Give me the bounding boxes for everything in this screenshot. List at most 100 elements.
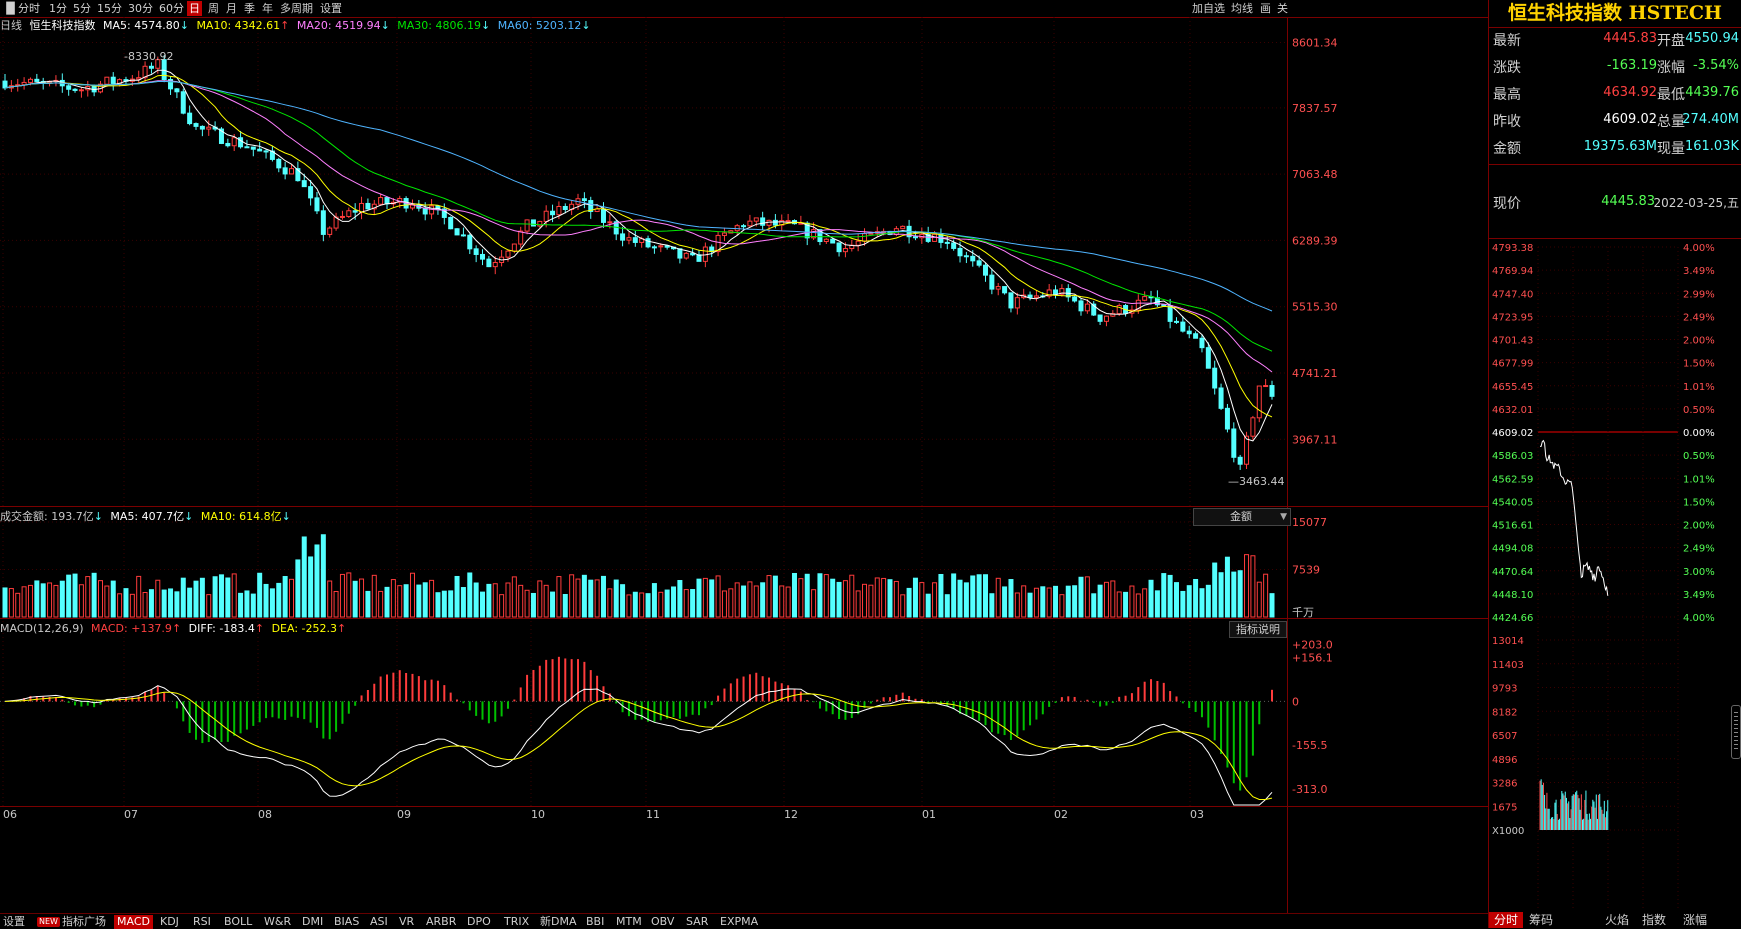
volume-bar	[855, 590, 861, 618]
volume-bar	[499, 594, 505, 618]
tab-change[interactable]: 涨幅	[1677, 912, 1713, 928]
volume-bar	[721, 590, 727, 618]
candle-body	[632, 237, 638, 243]
volume-bar	[518, 584, 524, 618]
tab-arbr[interactable]: ARBR	[426, 915, 456, 929]
tab-asi[interactable]: ASI	[370, 915, 388, 929]
volume-type-select[interactable]: 金额 ▼	[1193, 508, 1291, 526]
candle-body	[855, 240, 861, 246]
candle-body	[753, 217, 759, 222]
volume-bar	[416, 584, 422, 618]
volume-bar	[1180, 590, 1186, 618]
volume-bar	[588, 579, 594, 618]
tab-wr[interactable]: W&R	[264, 915, 291, 929]
volume-bar	[1065, 585, 1071, 618]
tab-dpo[interactable]: DPO	[467, 915, 491, 929]
volume-bar	[862, 583, 868, 618]
candle-body	[110, 76, 116, 84]
candle-body	[187, 112, 193, 125]
candle-body	[206, 126, 212, 130]
panel-title: 恒生科技指数 HSTECH	[1508, 2, 1722, 24]
scrollbar[interactable]	[1731, 705, 1741, 759]
tab-dmi[interactable]: DMI	[302, 915, 323, 929]
volume-bar	[91, 572, 97, 618]
indicator-help-button[interactable]: 指标说明	[1229, 621, 1287, 638]
intraday-price-label: 4562.59	[1492, 474, 1533, 485]
volume-bar	[1161, 573, 1167, 618]
tab-chips[interactable]: 筹码	[1523, 912, 1559, 928]
candle-body	[1103, 315, 1109, 322]
low-price-label: —3463.44	[1228, 475, 1285, 488]
candle-body	[823, 238, 829, 243]
volume-bar	[632, 591, 638, 618]
panel-border	[0, 806, 1489, 807]
candle-body	[951, 242, 957, 249]
tab-flame[interactable]: 火焰	[1599, 912, 1635, 928]
tab-vr[interactable]: VR	[399, 915, 414, 929]
date-axis-label: 02	[1054, 808, 1068, 821]
volume-bar	[98, 580, 104, 618]
volume-bar	[129, 593, 135, 618]
candle-body	[721, 232, 727, 236]
tab-boll[interactable]: BOLL	[224, 915, 252, 929]
intraday-price-label: 4609.02	[1492, 428, 1533, 439]
candle-body	[1263, 385, 1269, 388]
candle-body	[785, 220, 791, 223]
volume-bar	[607, 588, 613, 618]
volume-bar	[193, 580, 199, 618]
panel-border	[0, 17, 1489, 18]
volume-bar	[2, 587, 8, 618]
intraday-volume-bars	[1539, 779, 1609, 830]
tab-bbi[interactable]: BBI	[586, 915, 604, 929]
macd-name: MACD(12,26,9)	[0, 622, 84, 635]
volume-bar	[830, 578, 836, 618]
kline-chart[interactable]: 8601.34 7837.57 7063.48 6289.39 5515.30 4741.…	[0, 0, 1489, 913]
volume-bar	[791, 572, 797, 618]
tab-bias[interactable]: BIAS	[334, 915, 359, 929]
intraday-volume-label: 3286	[1492, 779, 1517, 790]
intraday-volume-label: 6507	[1492, 731, 1517, 742]
candle-body	[21, 81, 27, 86]
tab-expma[interactable]: EXPMA	[720, 915, 758, 929]
candle-body	[658, 245, 664, 248]
volume-bar	[422, 582, 428, 618]
tab-kdj[interactable]: KDJ	[160, 915, 179, 929]
tab-rsi[interactable]: RSI	[193, 915, 211, 929]
tab-intraday[interactable]: 分时	[1489, 912, 1523, 928]
tab-macd[interactable]: MACD	[114, 915, 153, 929]
volume-bar	[384, 586, 390, 618]
volume-bar	[460, 587, 466, 618]
intraday-pct-label: 0.50%	[1683, 451, 1715, 462]
candle-body	[505, 250, 511, 258]
volume-bar	[301, 536, 307, 618]
candle-body	[238, 137, 244, 148]
intraday-pct-label: 1.50%	[1683, 359, 1715, 370]
intraday-chart[interactable]: 4793.38 4.00% 4769.94 3.49% 4747.40 2.99% 4723…	[1489, 239, 1741, 912]
candle-body	[842, 248, 848, 253]
indicator-square-tab[interactable]: 指标广场	[62, 915, 106, 929]
candle-body	[289, 168, 295, 175]
date-axis-label: 06	[3, 808, 17, 821]
volume-bar	[1218, 572, 1224, 618]
tab-trix[interactable]: TRIX	[504, 915, 529, 929]
tab-mtm[interactable]: MTM	[616, 915, 642, 929]
quote-value: -163.19	[1606, 58, 1657, 73]
volume-bar	[779, 585, 785, 618]
candle-body	[677, 248, 683, 259]
volume-bar	[8, 588, 14, 618]
volume-bar	[1040, 586, 1046, 618]
candle-body	[524, 219, 530, 232]
volume-bar	[308, 556, 314, 618]
volume-bar	[645, 593, 651, 618]
tab-obv[interactable]: OBV	[651, 915, 674, 929]
tab-sar[interactable]: SAR	[686, 915, 708, 929]
volume-bar	[85, 576, 91, 618]
volume-bar	[320, 534, 326, 618]
tab-index[interactable]: 指数	[1636, 912, 1672, 928]
tab-new-dma[interactable]: 新DMA	[540, 915, 577, 929]
candle-body	[180, 91, 186, 114]
indicator-settings-tab[interactable]: 设置	[3, 915, 25, 929]
volume-bar	[339, 573, 345, 618]
volume-bar	[747, 581, 753, 618]
volume-bar	[448, 590, 454, 618]
